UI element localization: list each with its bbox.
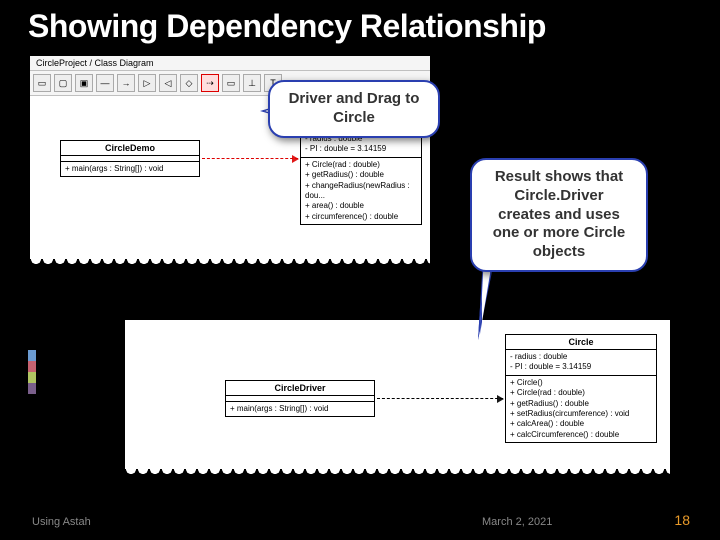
uml-class-circle-bottom: Circle - radius : double - PI : double =… xyxy=(505,334,657,443)
slide-title: Showing Dependency Relationship xyxy=(0,0,720,49)
bottom-screenshot: CircleDriver + main(args : String[]) : v… xyxy=(125,320,670,480)
footer-date: March 2, 2021 xyxy=(482,516,552,528)
callout-drag: Driver and Drag to Circle xyxy=(268,80,440,138)
tool-real-icon[interactable]: ◁ xyxy=(159,74,177,92)
callout-result: Result shows that Circle.Driver creates … xyxy=(470,158,648,272)
page-number: 18 xyxy=(674,512,690,528)
uml-ops: + main(args : String[]) : void xyxy=(226,402,374,416)
tool-select-icon[interactable]: ▭ xyxy=(33,74,51,92)
tool-nav-icon[interactable]: → xyxy=(117,74,135,92)
uml-class-name: CircleDriver xyxy=(226,381,374,396)
tool-dependency-icon[interactable]: ⇢ xyxy=(201,74,219,92)
footer-source: Using Astah xyxy=(32,516,91,528)
tool-assoc-icon[interactable]: — xyxy=(96,74,114,92)
dependency-arrow-bottom xyxy=(377,398,503,399)
uml-ops: + Circle(rad : double) + getRadius() : d… xyxy=(301,158,421,224)
dependency-arrow-top xyxy=(202,158,298,159)
uml-ops: + main(args : String[]) : void xyxy=(61,162,199,176)
tool-gen-icon[interactable]: ▷ xyxy=(138,74,156,92)
uml-ops: + Circle() + Circle(rad : double) + getR… xyxy=(506,376,656,442)
uml-class-driver-top: CircleDemo + main(args : String[]) : voi… xyxy=(60,140,200,177)
diagram-tab: CircleProject / Class Diagram xyxy=(30,56,430,71)
uml-class-name: CircleDemo xyxy=(61,141,199,156)
tool-aggr-icon[interactable]: ◇ xyxy=(180,74,198,92)
tool-package-icon[interactable]: ▣ xyxy=(75,74,93,92)
torn-edge xyxy=(30,259,430,271)
accent-bars xyxy=(28,350,36,394)
tool-note-icon[interactable]: ▭ xyxy=(222,74,240,92)
torn-edge xyxy=(125,469,670,481)
uml-attrs: - radius : double - PI : double = 3.1415… xyxy=(506,350,656,376)
uml-class-driver-bottom: CircleDriver + main(args : String[]) : v… xyxy=(225,380,375,417)
tool-class-icon[interactable]: ▢ xyxy=(54,74,72,92)
uml-class-name: Circle xyxy=(506,335,656,350)
tool-anchor-icon[interactable]: ⊥ xyxy=(243,74,261,92)
